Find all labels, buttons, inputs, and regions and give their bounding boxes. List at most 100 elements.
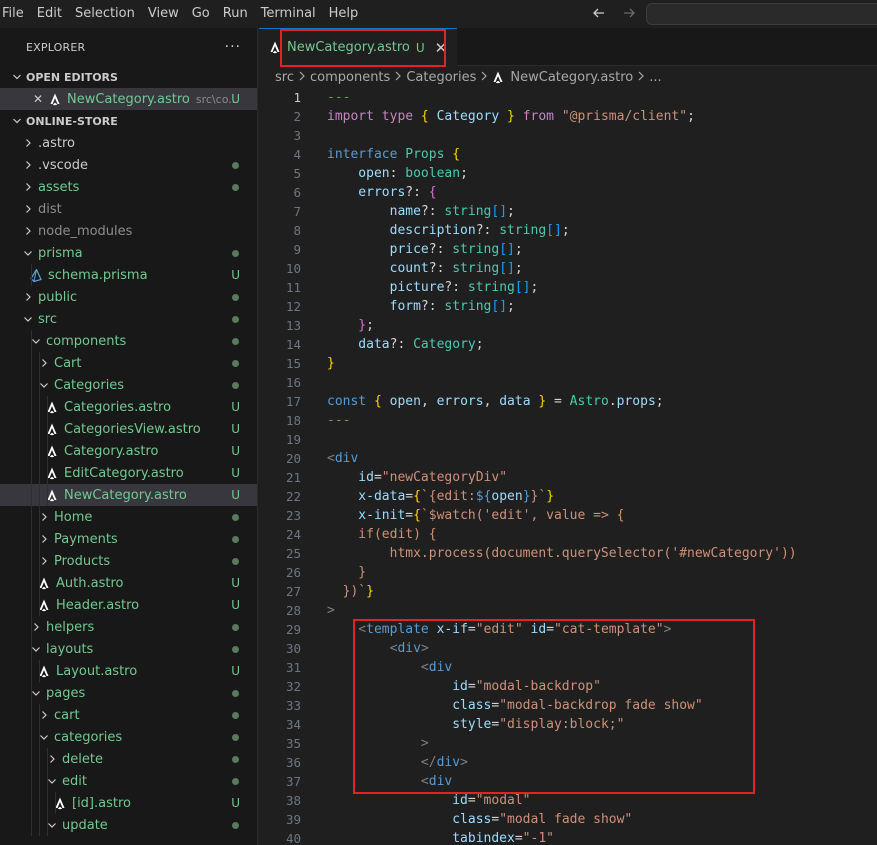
- code-token: description: [327, 223, 476, 238]
- tree-item[interactable]: prisma: [0, 242, 257, 264]
- code-line: 33 class="modal-backdrop fade show": [259, 696, 877, 715]
- tree-item[interactable]: assets: [0, 176, 257, 198]
- open-editors-section[interactable]: OPEN EDITORS: [0, 66, 257, 88]
- breadcrumb-item[interactable]: NewCategory.astro: [510, 70, 633, 85]
- tree-item[interactable]: categories: [0, 726, 257, 748]
- code-line: 12 form?: string[];: [259, 297, 877, 316]
- tree-item[interactable]: Header.astro U: [0, 594, 257, 616]
- code-token: div: [334, 451, 359, 466]
- menu-view[interactable]: View: [142, 0, 186, 28]
- tree-item[interactable]: Category.astro U: [0, 440, 257, 462]
- code-line: 2 import type { Category } from "@prisma/…: [259, 107, 877, 126]
- code-token: ;: [561, 223, 570, 238]
- code-token: {: [413, 489, 421, 504]
- tree-item[interactable]: layouts: [0, 638, 257, 660]
- tree-item[interactable]: Layout.astro U: [0, 660, 257, 682]
- tree-item[interactable]: Home: [0, 506, 257, 528]
- menu-terminal[interactable]: Terminal: [255, 0, 323, 28]
- git-status-badge: U: [231, 576, 240, 590]
- tree-item[interactable]: pages: [0, 682, 257, 704]
- code-token: }`: [530, 489, 547, 504]
- tree-item-label: Home: [54, 509, 93, 525]
- tree-item[interactable]: NewCategory.astro U: [0, 484, 257, 506]
- code-text: class="modal-backdrop fade show": [327, 698, 702, 713]
- code-line: 3: [259, 126, 877, 145]
- breadcrumb-item[interactable]: ...: [649, 70, 661, 85]
- tree-item[interactable]: helpers: [0, 616, 257, 638]
- menu-selection[interactable]: Selection: [69, 0, 142, 28]
- menu-edit[interactable]: Edit: [31, 0, 69, 28]
- tree-item[interactable]: Products: [0, 550, 257, 572]
- forward-arrow-icon[interactable]: [620, 4, 638, 22]
- code-text: style="display:block;": [327, 717, 624, 732]
- code-token: ;: [507, 204, 515, 219]
- code-token: errors: [436, 394, 484, 409]
- tree-item[interactable]: [id].astro U: [0, 792, 257, 814]
- code-token: []: [491, 204, 508, 219]
- tree-item[interactable]: dist: [0, 198, 257, 220]
- code-editor[interactable]: 1 --- 2 import type { Category } from "@pri…: [259, 88, 877, 845]
- tree-item[interactable]: public: [0, 286, 257, 308]
- tree-item[interactable]: Categories.astro U: [0, 396, 257, 418]
- tree-item[interactable]: components: [0, 330, 257, 352]
- tree-item-label: update: [62, 817, 108, 833]
- tree-item[interactable]: .astro: [0, 132, 257, 154]
- code-token: class: [327, 812, 492, 827]
- open-editor-item[interactable]: ✕ NewCategory.astro src\co... U: [0, 88, 257, 110]
- tree-item-label: Category.astro: [64, 443, 159, 459]
- tree-item[interactable]: Payments: [0, 528, 257, 550]
- code-token: ?:: [428, 261, 453, 276]
- git-modified-dot: [232, 293, 239, 301]
- tree-item[interactable]: Auth.astro U: [0, 572, 257, 594]
- code-line: 14 data?: Category;: [259, 335, 877, 354]
- code-token: .: [608, 394, 617, 409]
- tree-item[interactable]: Categories: [0, 374, 257, 396]
- chevron-down-icon: [20, 248, 36, 258]
- tree-item[interactable]: src: [0, 308, 257, 330]
- tab-newcategory[interactable]: NewCategory.astro U ✕: [259, 28, 458, 66]
- tree-item[interactable]: node_modules: [0, 220, 257, 242]
- tree-item[interactable]: .vscode: [0, 154, 257, 176]
- menu-go[interactable]: Go: [186, 0, 217, 28]
- code-token: <: [327, 641, 398, 656]
- breadcrumb-separator-icon: [480, 70, 488, 84]
- indent-guide: [39, 528, 40, 550]
- close-icon[interactable]: ✕: [435, 39, 448, 57]
- back-arrow-icon[interactable]: [590, 4, 608, 22]
- code-line: 17 const { open, errors, data } = Astro.p…: [259, 392, 877, 411]
- line-number: 5: [293, 166, 301, 181]
- line-number: 38: [285, 793, 301, 808]
- explorer-title: EXPLORER: [26, 40, 86, 54]
- command-center-search[interactable]: [646, 3, 877, 25]
- menu-file[interactable]: File: [0, 0, 31, 28]
- tree-item[interactable]: update: [0, 814, 257, 836]
- code-token: >: [327, 603, 335, 618]
- tree-item[interactable]: CategoriesView.astro U: [0, 418, 257, 440]
- tab-label: NewCategory.astro: [287, 40, 410, 55]
- code-line: 28 >: [259, 601, 877, 620]
- tree-item[interactable]: edit: [0, 770, 257, 792]
- git-status-badge: U: [231, 796, 240, 810]
- project-section[interactable]: ONLINE-STORE: [0, 110, 257, 132]
- indent-guide: [47, 418, 48, 440]
- close-icon[interactable]: ✕: [33, 92, 47, 106]
- menu-run[interactable]: Run: [217, 0, 255, 28]
- tree-item[interactable]: EditCategory.astro U: [0, 462, 257, 484]
- menu-help[interactable]: Help: [323, 0, 366, 28]
- code-text: <div: [327, 774, 452, 789]
- indent-guide: [31, 484, 32, 506]
- indent-guide: [39, 484, 40, 506]
- breadcrumb: src components Categories NewCategory.astro…: [259, 66, 877, 88]
- tree-item[interactable]: Cart: [0, 352, 257, 374]
- open-editors-label: OPEN EDITORS: [26, 70, 118, 84]
- more-actions-icon[interactable]: ···: [225, 39, 241, 55]
- indent-guide: [39, 748, 40, 770]
- breadcrumb-item[interactable]: src: [275, 70, 294, 85]
- git-modified-dot: [232, 777, 239, 785]
- code-text: x-init={`$watch('edit', value => {: [327, 508, 624, 523]
- tree-item[interactable]: schema.prisma U: [0, 264, 257, 286]
- breadcrumb-item[interactable]: components: [310, 70, 390, 85]
- tree-item[interactable]: delete: [0, 748, 257, 770]
- breadcrumb-item[interactable]: Categories: [406, 70, 476, 85]
- tree-item[interactable]: cart: [0, 704, 257, 726]
